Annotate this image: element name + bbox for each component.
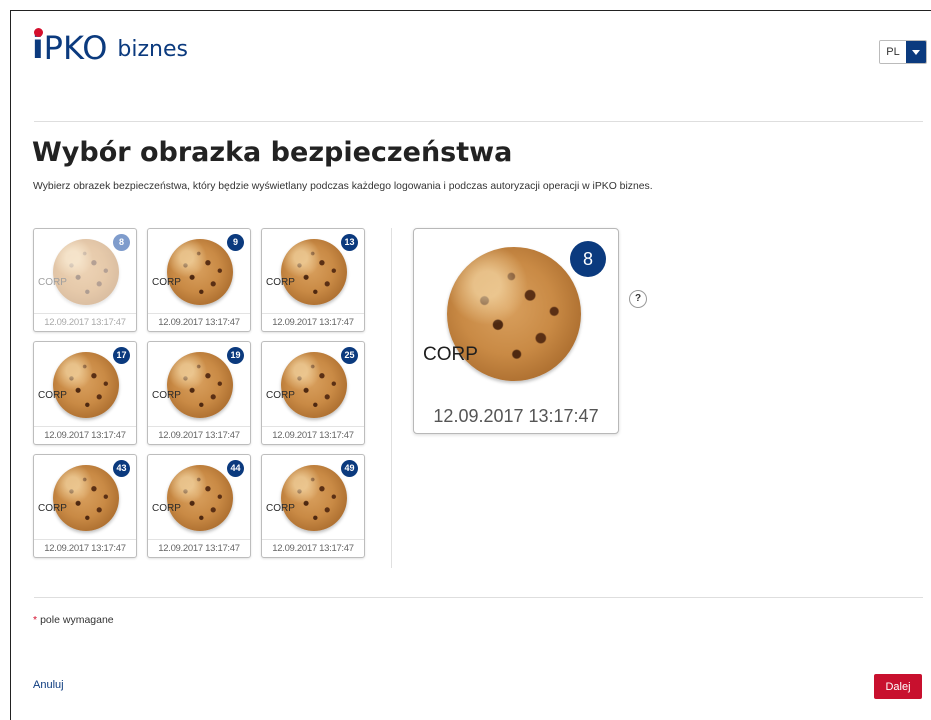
logo-pko: PKO	[43, 29, 108, 67]
tile-number-badge: 8	[113, 234, 130, 251]
language-value: PL	[880, 41, 906, 63]
tile-label: CORP	[266, 503, 295, 514]
tile-date: 12.09.2017 13:17:47	[44, 317, 126, 328]
tile-number-badge: 43	[113, 460, 130, 477]
preview-date: 12.09.2017 13:17:47	[433, 406, 599, 426]
ipko-biznes-logo: i PKO biznes	[32, 28, 188, 64]
page-title: Wybór obrazka bezpieczeństwa	[32, 137, 513, 168]
tile-label: CORP	[152, 277, 181, 288]
tile-date: 12.09.2017 13:17:47	[272, 430, 354, 441]
tile-number-badge: 19	[227, 347, 244, 364]
tile-number-badge: 49	[341, 460, 358, 477]
tile-date: 12.09.2017 13:17:47	[44, 543, 126, 554]
tile-divider	[262, 426, 364, 427]
chevron-down-icon[interactable]	[906, 41, 926, 63]
cookie-image	[167, 465, 233, 531]
tile-label: CORP	[152, 390, 181, 401]
tile-date: 12.09.2017 13:17:47	[272, 543, 354, 554]
cookie-image	[281, 465, 347, 531]
cookie-image	[167, 239, 233, 305]
tile-number-badge: 13	[341, 234, 358, 251]
cookie-image	[53, 465, 119, 531]
help-icon[interactable]: ?	[629, 290, 647, 308]
tile-label: CORP	[266, 390, 295, 401]
cookie-image	[281, 239, 347, 305]
tile-date: 12.09.2017 13:17:47	[158, 430, 240, 441]
security-image-tile[interactable]: CORP 49 12.09.2017 13:17:47	[261, 454, 365, 558]
security-image-tile[interactable]: CORP 9 12.09.2017 13:17:47	[147, 228, 251, 332]
cookie-image	[53, 239, 119, 305]
tile-date: 12.09.2017 13:17:47	[158, 317, 240, 328]
cookie-image	[167, 352, 233, 418]
tile-divider	[34, 426, 136, 427]
security-image-tile[interactable]: CORP 43 12.09.2017 13:17:47	[33, 454, 137, 558]
required-note: * pole wymagane	[33, 614, 114, 626]
security-image-tile[interactable]: CORP 8 12.09.2017 13:17:47	[33, 228, 137, 332]
page-description: Wybierz obrazek bezpieczeństwa, który bę…	[33, 181, 653, 192]
security-image-tile[interactable]: CORP 19 12.09.2017 13:17:47	[147, 341, 251, 445]
header-divider	[34, 121, 923, 122]
tile-date: 12.09.2017 13:17:47	[158, 543, 240, 554]
selected-image-preview: CORP 8 12.09.2017 13:17:47	[413, 228, 619, 434]
cookie-image	[281, 352, 347, 418]
required-asterisk: *	[33, 614, 38, 626]
tile-label: CORP	[38, 277, 67, 288]
footer-divider	[34, 597, 923, 598]
cookie-image	[53, 352, 119, 418]
tile-label: CORP	[38, 390, 67, 401]
tile-divider	[148, 313, 250, 314]
tile-divider	[148, 539, 250, 540]
tile-divider	[148, 426, 250, 427]
security-image-tile[interactable]: CORP 13 12.09.2017 13:17:47	[261, 228, 365, 332]
tile-date: 12.09.2017 13:17:47	[272, 317, 354, 328]
logo-i: i	[32, 27, 44, 67]
tile-number-badge: 17	[113, 347, 130, 364]
logo-biznes: biznes	[117, 37, 188, 62]
vertical-divider	[391, 228, 392, 568]
cancel-link[interactable]: Anuluj	[33, 679, 64, 691]
tile-date: 12.09.2017 13:17:47	[44, 430, 126, 441]
tile-number-badge: 44	[227, 460, 244, 477]
tile-divider	[34, 313, 136, 314]
tile-number-badge: 25	[341, 347, 358, 364]
required-text: pole wymagane	[40, 614, 114, 626]
tile-divider	[262, 539, 364, 540]
tile-divider	[34, 539, 136, 540]
tile-label: CORP	[152, 503, 181, 514]
tile-label: CORP	[38, 503, 67, 514]
tile-divider	[262, 313, 364, 314]
security-image-tile[interactable]: CORP 44 12.09.2017 13:17:47	[147, 454, 251, 558]
preview-label: CORP	[423, 344, 478, 365]
security-image-tile[interactable]: CORP 25 12.09.2017 13:17:47	[261, 341, 365, 445]
tile-label: CORP	[266, 277, 295, 288]
security-image-tile[interactable]: CORP 17 12.09.2017 13:17:47	[33, 341, 137, 445]
language-select[interactable]: PL	[879, 40, 927, 64]
tile-number-badge: 9	[227, 234, 244, 251]
next-button[interactable]: Dalej	[874, 674, 922, 699]
preview-number-badge: 8	[570, 241, 606, 277]
